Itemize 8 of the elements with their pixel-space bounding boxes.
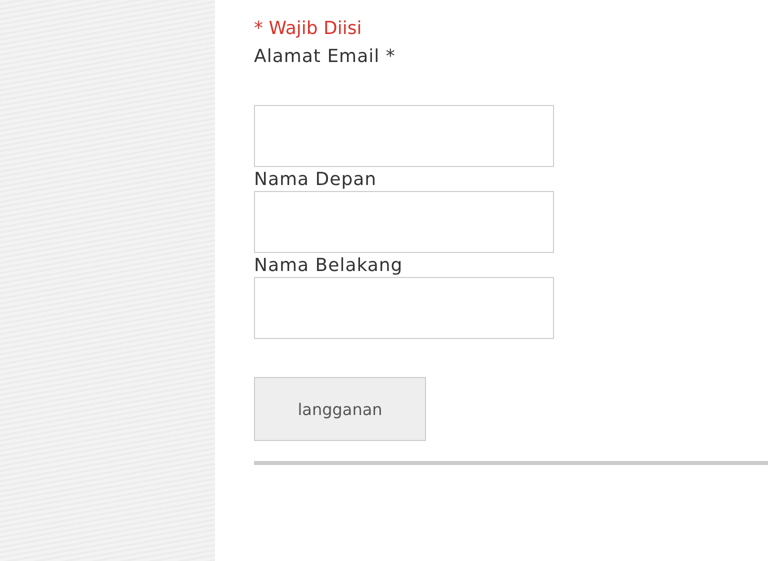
field-label: Nama Belakang (254, 255, 403, 277)
required-note: * Wajib Diisi (254, 17, 362, 41)
field-label: Alamat Email * (254, 46, 396, 68)
input-field[interactable] (254, 105, 554, 167)
input-field[interactable] (254, 191, 554, 253)
input-field[interactable] (254, 277, 554, 339)
field-label: Nama Depan (254, 169, 377, 191)
subscribe-button[interactable]: langganan (254, 377, 426, 441)
